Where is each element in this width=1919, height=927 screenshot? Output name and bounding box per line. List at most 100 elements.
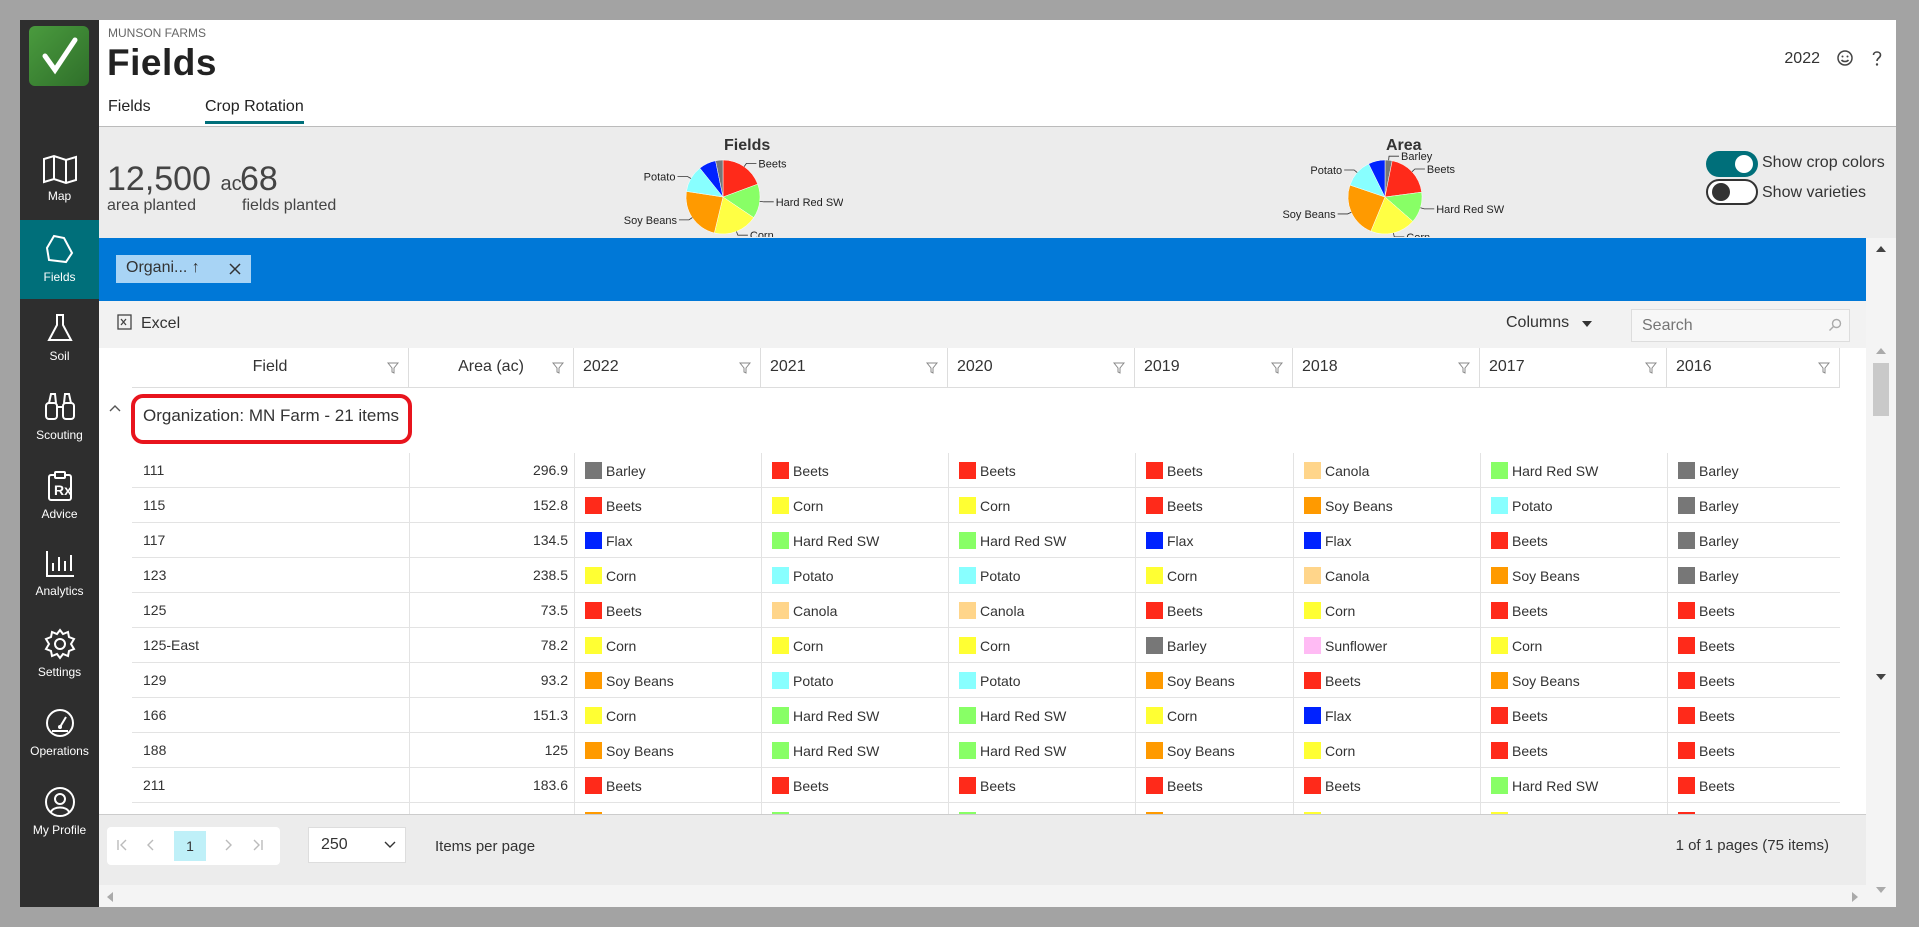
column-divider bbox=[948, 628, 949, 663]
crop-color-swatch bbox=[1304, 532, 1321, 549]
table-row[interactable]: 117 134.5 Flax Hard Red SW Hard Red SW Flax Fl… bbox=[132, 523, 1840, 558]
cell-crop: Corn bbox=[574, 698, 761, 733]
cell-crop: Potato bbox=[1480, 488, 1667, 523]
table-row[interactable]: 166 151.3 Corn Hard Red SW Hard Red SW Corn Fl… bbox=[132, 698, 1840, 733]
column-divider bbox=[1135, 733, 1136, 768]
table-row[interactable]: 125 73.5 Beets Canola Canola Beets Corn Beets Be… bbox=[132, 593, 1840, 628]
excel-export-button[interactable]: Excel bbox=[117, 314, 180, 333]
filter-icon[interactable] bbox=[1458, 362, 1470, 374]
filter-icon[interactable] bbox=[552, 362, 564, 374]
table-row[interactable]: 129 93.2 Soy Beans Potato Potato Soy Beans Bee… bbox=[132, 663, 1840, 698]
show-varieties-toggle[interactable] bbox=[1706, 179, 1758, 205]
crop-color-swatch bbox=[772, 532, 789, 549]
column-header-2019[interactable]: 2019 bbox=[1135, 348, 1293, 388]
column-divider bbox=[761, 453, 762, 488]
current-page-button[interactable]: 1 bbox=[174, 831, 206, 861]
group-chip-organization[interactable]: Organi... ↑ bbox=[116, 255, 251, 283]
show-crop-colors-toggle[interactable] bbox=[1706, 151, 1758, 177]
table-row[interactable]: 125-East 78.2 Corn Corn Corn Barley Sunflower C… bbox=[132, 628, 1840, 663]
sidebar-item-analytics[interactable]: Analytics bbox=[20, 536, 99, 615]
crop-name: Potato bbox=[980, 568, 1021, 584]
filter-icon[interactable] bbox=[1818, 362, 1830, 374]
sidebar-item-operations[interactable]: Operations bbox=[20, 694, 99, 773]
filter-icon[interactable] bbox=[739, 362, 751, 374]
column-divider bbox=[1293, 768, 1294, 803]
filter-icon[interactable] bbox=[1271, 362, 1283, 374]
grid-scroll-down-icon[interactable] bbox=[1876, 674, 1886, 680]
column-divider bbox=[409, 453, 410, 488]
cell-crop: Beets bbox=[1135, 488, 1293, 523]
column-divider bbox=[1135, 523, 1136, 558]
page-size-select[interactable]: 250 bbox=[308, 827, 406, 863]
table-row[interactable]: 111 296.9 Barley Beets Beets Beets Canola Hard … bbox=[132, 453, 1840, 488]
cell-text: 211 bbox=[143, 777, 166, 793]
feedback-smiley-icon[interactable] bbox=[1836, 49, 1854, 67]
crop-color-swatch bbox=[1678, 672, 1695, 689]
year-selector[interactable]: 2022 bbox=[1784, 50, 1820, 68]
column-header-field[interactable]: Field bbox=[132, 348, 409, 388]
scrollbar-thumb[interactable] bbox=[1873, 363, 1889, 416]
tab-fields[interactable]: Fields bbox=[108, 98, 151, 116]
horizontal-scrollbar[interactable] bbox=[99, 885, 1866, 907]
column-divider bbox=[1293, 523, 1294, 558]
sidebar-item-label: Soil bbox=[49, 349, 70, 363]
column-header-label: 2021 bbox=[770, 358, 806, 375]
app-logo[interactable] bbox=[29, 26, 89, 86]
close-icon[interactable] bbox=[229, 263, 241, 275]
sidebar-item-fields[interactable]: Fields bbox=[20, 220, 99, 299]
scroll-down-icon[interactable] bbox=[1876, 887, 1886, 893]
sidebar-item-map[interactable]: Map bbox=[20, 141, 99, 220]
filter-icon[interactable] bbox=[1645, 362, 1657, 374]
column-header-area-ac[interactable]: Area (ac) bbox=[409, 348, 574, 388]
crop-color-swatch bbox=[772, 672, 789, 689]
filter-icon[interactable] bbox=[1113, 362, 1125, 374]
fields-pie-chart: Beets Hard Red SW Corn Soy Beans Potato bbox=[624, 158, 843, 237]
last-page-icon[interactable] bbox=[252, 839, 264, 851]
crop-name: Soy Beans bbox=[1167, 743, 1235, 759]
crop-color-swatch bbox=[1678, 567, 1695, 584]
sidebar: Map Fields Soil Scouting Rx Advice Analy… bbox=[20, 20, 99, 907]
column-divider bbox=[574, 488, 575, 523]
scroll-right-icon[interactable] bbox=[1852, 892, 1858, 902]
help-icon[interactable] bbox=[1868, 49, 1886, 67]
map-icon bbox=[42, 154, 77, 184]
scroll-up-icon[interactable] bbox=[1876, 246, 1886, 252]
search-input[interactable] bbox=[1631, 309, 1850, 342]
bar-chart-icon bbox=[45, 551, 74, 577]
filter-icon[interactable] bbox=[926, 362, 938, 374]
columns-menu-button[interactable]: Columns bbox=[1506, 314, 1592, 332]
crop-name: Hard Red SW bbox=[793, 743, 880, 759]
table-row[interactable]: 115 152.8 Beets Corn Corn Beets Soy Beans Potat… bbox=[132, 488, 1840, 523]
vertical-scrollbar[interactable] bbox=[1866, 238, 1896, 907]
table-row[interactable]: 211 183.6 Beets Beets Beets Beets Beets Hard Re… bbox=[132, 768, 1840, 803]
collapse-group-icon[interactable] bbox=[109, 404, 121, 412]
table-row[interactable]: 123 238.5 Corn Potato Potato Corn Canola Soy Be… bbox=[132, 558, 1840, 593]
previous-page-icon[interactable] bbox=[145, 839, 157, 851]
scroll-left-icon[interactable] bbox=[107, 892, 113, 902]
column-header-2018[interactable]: 2018 bbox=[1293, 348, 1480, 388]
crop-color-swatch bbox=[959, 532, 976, 549]
sidebar-item-advice[interactable]: Rx Advice bbox=[20, 457, 99, 536]
column-header-2020[interactable]: 2020 bbox=[948, 348, 1135, 388]
cell-crop: Potato bbox=[948, 663, 1135, 698]
next-page-icon[interactable] bbox=[222, 839, 234, 851]
column-header-2022[interactable]: 2022 bbox=[574, 348, 761, 388]
column-header-2017[interactable]: 2017 bbox=[1480, 348, 1667, 388]
table-row[interactable]: 23608.2Soy BeansHard Red SWHard Red SWSo… bbox=[132, 803, 1840, 814]
column-header-2016[interactable]: 2016 bbox=[1667, 348, 1840, 388]
pie-label: Hard Red SW bbox=[776, 197, 843, 209]
sidebar-item-scouting[interactable]: Scouting bbox=[20, 378, 99, 457]
sidebar-item-settings[interactable]: Settings bbox=[20, 615, 99, 694]
cell-area: 93.2 bbox=[409, 663, 574, 698]
column-header-2021[interactable]: 2021 bbox=[761, 348, 948, 388]
pager-buttons: 1 bbox=[107, 827, 280, 865]
sidebar-item-soil[interactable]: Soil bbox=[20, 299, 99, 378]
first-page-icon[interactable] bbox=[116, 839, 128, 851]
grid-scroll-up-icon[interactable] bbox=[1876, 348, 1886, 354]
sidebar-item-my-profile[interactable]: My Profile bbox=[20, 773, 99, 852]
filter-icon[interactable] bbox=[387, 362, 399, 374]
table-row[interactable]: 188 125 Soy Beans Hard Red SW Hard Red SW Soy… bbox=[132, 733, 1840, 768]
excel-label: Excel bbox=[141, 315, 181, 332]
tab-crop-rotation[interactable]: Crop Rotation bbox=[205, 98, 304, 124]
crop-name: Barley bbox=[1699, 533, 1739, 549]
